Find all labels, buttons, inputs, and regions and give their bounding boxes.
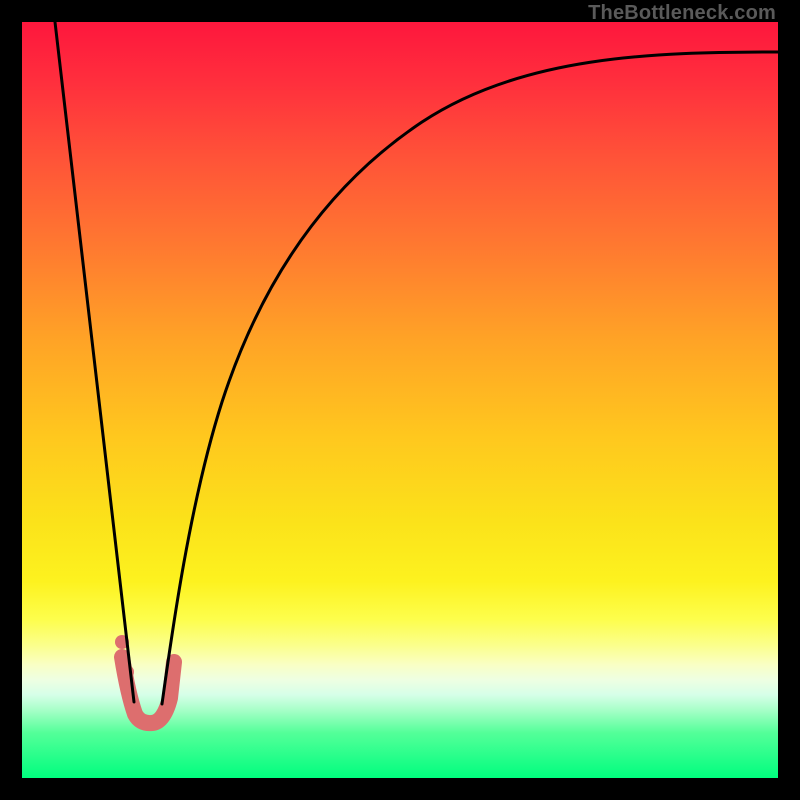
curve-overlay — [22, 22, 778, 778]
outer-frame: TheBottleneck.com — [0, 0, 800, 800]
curve-right-branch — [162, 52, 778, 704]
curve-left-branch — [55, 22, 134, 702]
watermark-text: TheBottleneck.com — [588, 2, 776, 25]
